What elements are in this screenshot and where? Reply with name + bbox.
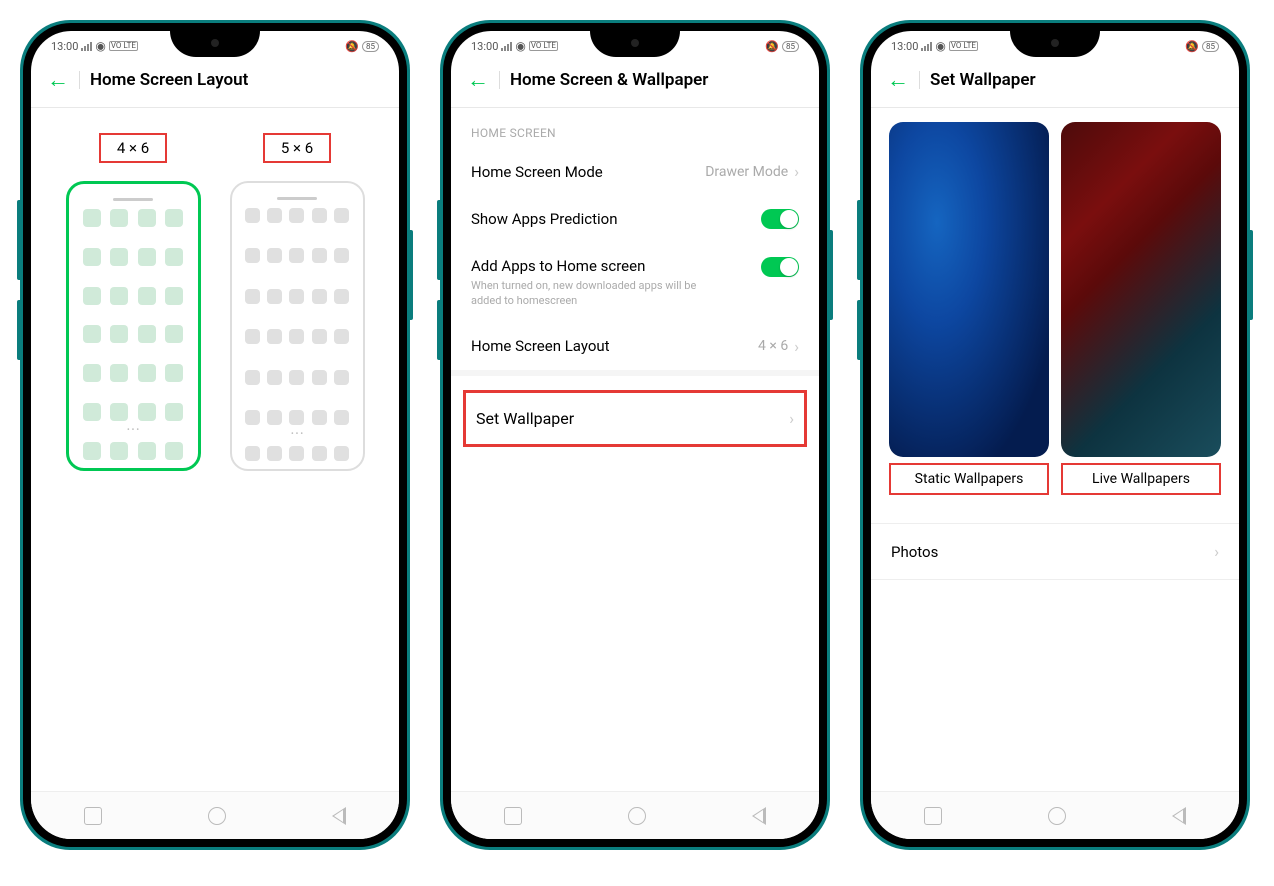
row-label: Photos bbox=[891, 543, 938, 561]
volte-badge: VO LTE bbox=[109, 41, 138, 51]
wifi-icon: ◉ bbox=[515, 39, 525, 53]
nav-back-icon[interactable] bbox=[752, 807, 766, 825]
static-wallpapers-card[interactable]: Static Wallpapers bbox=[889, 122, 1049, 495]
nav-home-icon[interactable] bbox=[628, 807, 646, 825]
wifi-icon: ◉ bbox=[95, 39, 105, 53]
layout-label-4x6: 4 × 6 bbox=[99, 133, 167, 163]
nav-bar bbox=[31, 791, 399, 839]
chevron-right-icon: › bbox=[794, 162, 799, 181]
grid-preview-5x6: • • • bbox=[230, 181, 365, 471]
nav-bar bbox=[871, 791, 1239, 839]
nav-back-icon[interactable] bbox=[332, 807, 346, 825]
volte-badge: VO LTE bbox=[949, 41, 978, 51]
status-time: 13:00 bbox=[891, 40, 918, 53]
phone-frame-1: 13:00 ◉ VO LTE 🔕 85 ← Home Screen Layout… bbox=[20, 20, 410, 850]
layout-option-5x6[interactable]: 5 × 6 • • • bbox=[230, 133, 365, 471]
row-label: Home Screen Mode bbox=[471, 163, 603, 181]
battery-level: 85 bbox=[362, 41, 379, 52]
mute-icon: 🔕 bbox=[1185, 40, 1199, 53]
section-label-home-screen: HOME SCREEN bbox=[451, 108, 819, 148]
phone-frame-3: 13:00 ◉ VO LTE 🔕 85 ← Set Wallpaper St bbox=[860, 20, 1250, 850]
mute-icon: 🔕 bbox=[765, 40, 779, 53]
nav-bar bbox=[451, 791, 819, 839]
nav-recents-icon[interactable] bbox=[84, 807, 102, 825]
row-home-screen-layout[interactable]: Home Screen Layout 4 × 6 › bbox=[451, 323, 819, 370]
row-value: Drawer Mode bbox=[705, 164, 788, 180]
nav-back-icon[interactable] bbox=[1172, 807, 1186, 825]
signal-icon bbox=[501, 41, 512, 51]
layout-option-4x6[interactable]: 4 × 6 • • • bbox=[66, 133, 201, 471]
wifi-icon: ◉ bbox=[935, 39, 945, 53]
nav-home-icon[interactable] bbox=[1048, 807, 1066, 825]
grid-preview-4x6: • • • bbox=[66, 181, 201, 471]
layout-label-5x6: 5 × 6 bbox=[263, 133, 331, 163]
signal-icon bbox=[921, 41, 932, 51]
row-home-screen-mode[interactable]: Home Screen Mode Drawer Mode › bbox=[451, 148, 819, 195]
row-label: Home Screen Layout bbox=[471, 337, 610, 355]
mute-icon: 🔕 bbox=[345, 40, 359, 53]
toggle-on[interactable] bbox=[761, 257, 799, 277]
row-add-apps-homescreen[interactable]: Add Apps to Home screen When turned on, … bbox=[451, 243, 819, 323]
back-icon[interactable]: ← bbox=[467, 67, 489, 93]
header: ← Home Screen & Wallpaper bbox=[451, 57, 819, 108]
nav-recents-icon[interactable] bbox=[504, 807, 522, 825]
header: ← Home Screen Layout bbox=[31, 57, 399, 108]
status-time: 13:00 bbox=[471, 40, 498, 53]
chevron-right-icon: › bbox=[789, 409, 794, 428]
page-title: Home Screen Layout bbox=[90, 70, 248, 90]
row-label: Set Wallpaper bbox=[476, 409, 574, 428]
row-show-apps-prediction[interactable]: Show Apps Prediction bbox=[451, 195, 819, 243]
row-photos[interactable]: Photos › bbox=[871, 523, 1239, 580]
header: ← Set Wallpaper bbox=[871, 57, 1239, 108]
battery-level: 85 bbox=[1202, 41, 1219, 52]
chevron-right-icon: › bbox=[1214, 542, 1219, 561]
status-time: 13:00 bbox=[51, 40, 78, 53]
live-wallpaper-thumb bbox=[1061, 122, 1221, 457]
volte-badge: VO LTE bbox=[529, 41, 558, 51]
row-subtitle: When turned on, new downloaded apps will… bbox=[471, 278, 761, 309]
chevron-right-icon: › bbox=[794, 337, 799, 356]
row-label: Show Apps Prediction bbox=[471, 210, 618, 228]
row-set-wallpaper[interactable]: Set Wallpaper › bbox=[463, 390, 807, 447]
phone-frame-2: 13:00 ◉ VO LTE 🔕 85 ← Home Screen & Wall… bbox=[440, 20, 830, 850]
nav-recents-icon[interactable] bbox=[924, 807, 942, 825]
page-title: Home Screen & Wallpaper bbox=[510, 70, 708, 90]
nav-home-icon[interactable] bbox=[208, 807, 226, 825]
toggle-on[interactable] bbox=[761, 209, 799, 229]
back-icon[interactable]: ← bbox=[887, 67, 909, 93]
page-title: Set Wallpaper bbox=[930, 70, 1036, 90]
static-wallpaper-thumb bbox=[889, 122, 1049, 457]
live-wallpapers-label: Live Wallpapers bbox=[1061, 463, 1221, 495]
battery-level: 85 bbox=[782, 41, 799, 52]
signal-icon bbox=[81, 41, 92, 51]
live-wallpapers-card[interactable]: Live Wallpapers bbox=[1061, 122, 1221, 495]
row-label: Add Apps to Home screen bbox=[471, 257, 761, 275]
static-wallpapers-label: Static Wallpapers bbox=[889, 463, 1049, 495]
back-icon[interactable]: ← bbox=[47, 67, 69, 93]
row-value: 4 × 6 bbox=[758, 338, 788, 354]
